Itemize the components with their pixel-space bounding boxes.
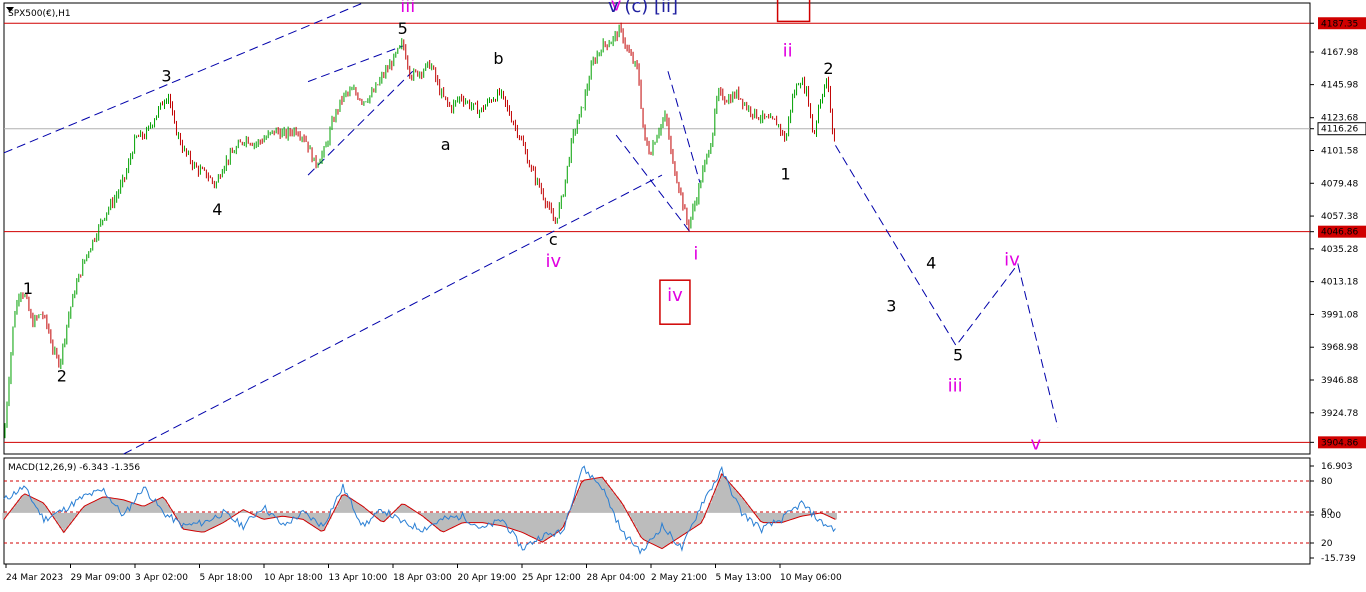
price-tick-label: 3968.98 <box>1321 343 1358 353</box>
wave-label: iv <box>667 285 683 306</box>
wave-label: iv <box>545 251 561 272</box>
wave-label: c <box>549 230 558 249</box>
wave-label: 2 <box>823 59 833 78</box>
macd-tick-label: 0.00 <box>1321 511 1341 521</box>
chart-background <box>0 0 1366 588</box>
price-tick-label: 4145.98 <box>1321 81 1358 91</box>
price-tick-label: 4013.18 <box>1321 278 1358 288</box>
wave-label: iii <box>948 376 963 397</box>
time-tick-label: 2 May 21:00 <box>651 573 707 583</box>
time-tick-label: 5 May 13:00 <box>716 573 772 583</box>
wave-label: ii <box>783 40 793 61</box>
price-tick-label: 4101.58 <box>1321 146 1358 156</box>
wave-label: i <box>693 244 698 265</box>
wave-label: 4 <box>926 254 936 273</box>
price-tick-label: 4079.48 <box>1321 179 1358 189</box>
price-tick-label: 3904.86 <box>1321 438 1358 448</box>
time-tick-label: 20 Apr 19:00 <box>458 573 517 583</box>
wave-label: 5 <box>398 19 408 38</box>
time-tick-label: 13 Apr 10:00 <box>329 573 388 583</box>
wave-label: 1 <box>23 279 33 298</box>
time-tick-label: 5 Apr 18:00 <box>200 573 253 583</box>
macd-tick-label: 16.903 <box>1321 462 1353 472</box>
time-tick-label: 10 May 06:00 <box>780 573 842 583</box>
macd-label: MACD(12,26,9) -6.343 -1.356 <box>8 463 140 473</box>
wave-label: 3 <box>886 297 896 316</box>
wave-label: 4 <box>212 200 222 219</box>
wave-label: v <box>1031 434 1042 455</box>
time-tick-label: 10 Apr 18:00 <box>264 573 323 583</box>
macd-tick-label: 80 <box>1321 477 1333 487</box>
time-tick-label: 3 Apr 02:00 <box>135 573 188 583</box>
wave-label: 5 <box>953 346 963 365</box>
time-tick-label: 28 Apr 04:00 <box>587 573 646 583</box>
price-chart-svg: 12345iiiabcivviivii214 iv35iiiv 4187.3541… <box>0 0 1366 588</box>
price-tick-label: 4035.28 <box>1321 245 1358 255</box>
price-tick-label: 3924.78 <box>1321 409 1358 419</box>
top-header-text: v (c) [ii] <box>608 0 678 17</box>
price-tick-label: 4123.68 <box>1321 114 1358 124</box>
time-tick-label: 18 Apr 03:00 <box>393 573 452 583</box>
time-tick-label: 25 Apr 12:00 <box>522 573 581 583</box>
wave-label: a <box>441 135 451 154</box>
time-tick-label: 24 Mar 2023 <box>6 573 63 583</box>
price-tick-label: 4046.86 <box>1321 228 1358 238</box>
price-tick-label: 4057.38 <box>1321 212 1358 222</box>
wave-label: 3 <box>161 67 171 86</box>
price-tick-label: 3946.88 <box>1321 376 1358 386</box>
wave-label: iv <box>1004 250 1020 271</box>
chart-window[interactable]: 1 2 3 4 5 iii a b c iv v i iv ii 2 1 4 iv 3 5 iii v 4187.35 41… <box>0 0 1366 588</box>
macd-tick-label: -15.739 <box>1321 554 1356 564</box>
time-tick-label: 29 Mar 09:00 <box>71 573 131 583</box>
wave-label: b <box>493 49 503 68</box>
price-tick-label: 3991.08 <box>1321 310 1358 320</box>
symbol-label: SPX500(€),H1 <box>8 9 71 19</box>
wave-label: 1 <box>781 165 791 184</box>
wave-label: 2 <box>57 366 67 385</box>
price-tick-label: 4187.35 <box>1321 19 1358 29</box>
macd-tick-label: 20 <box>1321 539 1333 549</box>
price-tick-label: 4116.26 <box>1321 125 1358 135</box>
wave-label: iii <box>400 0 415 17</box>
price-tick-label: 4167.98 <box>1321 48 1358 58</box>
